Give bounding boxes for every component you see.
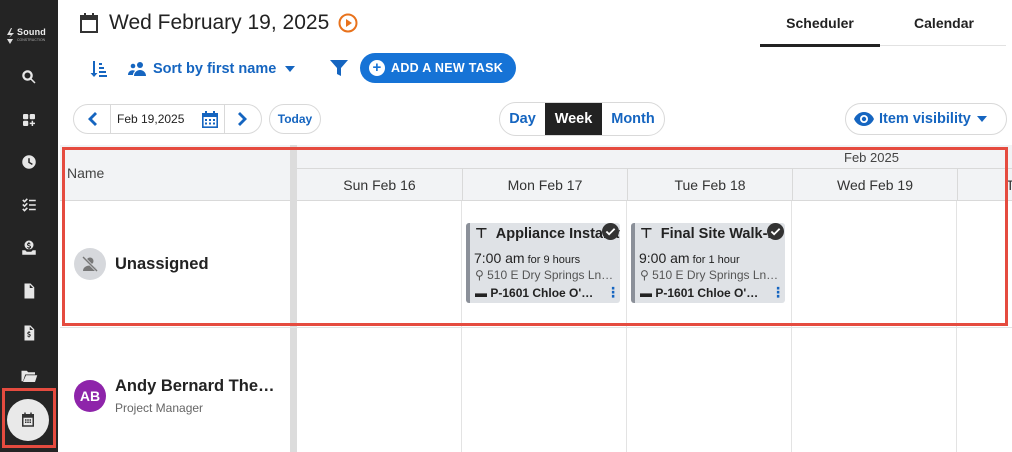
filter-icon[interactable] — [330, 58, 348, 78]
month-view-button[interactable]: Month — [602, 103, 664, 135]
item-visibility-dropdown[interactable]: Item visibility — [845, 103, 1007, 135]
chevron-right-icon — [238, 112, 247, 126]
view-switcher: Day Week Month — [499, 102, 665, 136]
resource-andy-bernard[interactable]: AB Andy Bernard The… Project Manager — [74, 377, 275, 415]
calendar-icon — [80, 13, 98, 33]
sort-dropdown[interactable]: Sort by first name — [128, 58, 302, 80]
sound-logo[interactable]: Sound CONSTRUCTION — [4, 24, 56, 50]
sidebar: Sound CONSTRUCTION — [0, 0, 58, 452]
view-tabs: Scheduler Calendar — [760, 0, 1006, 47]
avatar: AB — [74, 380, 106, 412]
logo-mark-icon — [7, 28, 14, 44]
document-icon[interactable] — [17, 279, 41, 303]
chevron-left-icon — [88, 112, 97, 126]
invoice-icon[interactable] — [17, 321, 41, 345]
current-date-header: Wed February 19, 2025 — [80, 9, 358, 37]
previous-week-button[interactable] — [74, 104, 110, 134]
today-button[interactable]: Today — [269, 104, 321, 134]
money-inbox-icon[interactable] — [17, 236, 41, 260]
resource-name: Andy Bernard The… — [115, 377, 275, 395]
sort-order-icon[interactable] — [88, 59, 108, 79]
brand-tagline: CONSTRUCTION — [17, 38, 46, 42]
people-icon — [128, 62, 146, 76]
add-task-label: ADD A NEW TASK — [391, 61, 504, 75]
play-icon[interactable] — [338, 13, 358, 33]
folder-icon[interactable] — [17, 364, 41, 388]
tab-scheduler[interactable]: Scheduler — [760, 0, 880, 47]
date-input[interactable]: Feb 19,2025 — [110, 105, 225, 133]
add-task-button[interactable]: + ADD A NEW TASK — [360, 53, 516, 83]
eye-icon — [854, 112, 874, 126]
week-view-button[interactable]: Week — [545, 103, 602, 135]
next-week-button[interactable] — [225, 104, 261, 134]
brand-name: Sound — [17, 27, 46, 37]
tab-calendar[interactable]: Calendar — [884, 0, 1004, 46]
resource-role: Project Manager — [115, 401, 204, 415]
sort-label: Sort by first name — [153, 61, 277, 77]
clock-icon[interactable] — [17, 150, 41, 174]
dashboard-add-icon[interactable] — [17, 108, 41, 132]
date-navigator: Feb 19,2025 — [73, 104, 262, 134]
calendar-picker-icon[interactable] — [202, 110, 218, 128]
page-title: Wed February 19, 2025 — [109, 11, 330, 34]
item-visibility-label: Item visibility — [879, 111, 971, 127]
plus-icon: + — [369, 60, 385, 76]
chevron-down-icon — [976, 116, 987, 122]
day-view-button[interactable]: Day — [500, 103, 545, 135]
selection-highlight — [62, 147, 1008, 326]
calendar-icon[interactable] — [7, 399, 49, 441]
date-input-value: Feb 19,2025 — [117, 112, 185, 126]
row-divider — [60, 327, 1012, 328]
search-icon[interactable] — [17, 65, 41, 89]
checklist-icon[interactable] — [17, 193, 41, 217]
chevron-down-icon — [285, 66, 296, 72]
